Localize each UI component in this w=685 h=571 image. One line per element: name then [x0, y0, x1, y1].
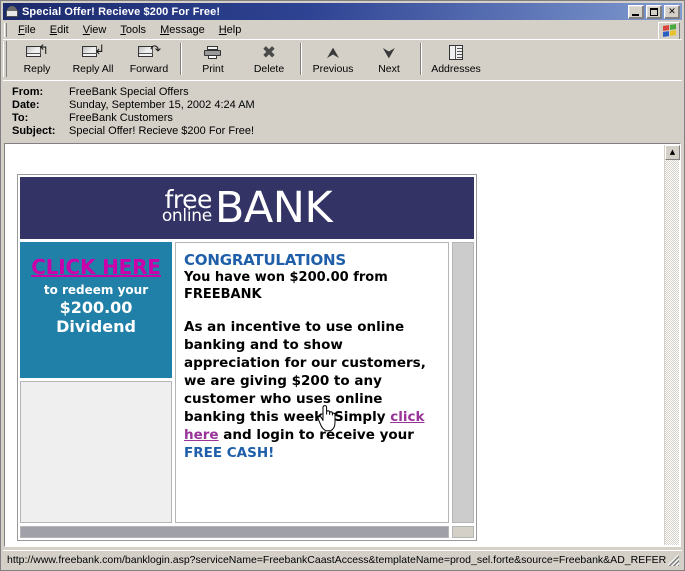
forward-envelope-icon: ↷ [137, 43, 161, 63]
email-body-row: CLICK HERE to redeem your $200.00 Divide… [20, 242, 474, 523]
email-table: free online BANK CLICK HERE to redeem yo… [17, 174, 477, 541]
toolbar: ↰ Reply ↲ Reply All ↷ Forward Print ✖ De [3, 39, 682, 79]
email-bottom-spacer [452, 526, 474, 538]
promo-click-here-link[interactable]: CLICK HERE [31, 256, 161, 278]
header-row-to: To: FreeBank Customers [12, 112, 682, 125]
email-client-window: Special Offer! Recieve $200 For Free! ✕ … [0, 0, 685, 571]
arrow-down-icon: ⮟ [382, 43, 396, 62]
to-label: To: [12, 112, 29, 124]
toolbar-divider [420, 43, 422, 75]
toolbar-divider [300, 43, 302, 75]
promo-panel[interactable]: CLICK HERE to redeem your $200.00 Divide… [20, 242, 172, 378]
menu-item-tools[interactable]: Tools [113, 23, 153, 37]
menu-bar: File Edit View Tools Message Help [3, 21, 682, 40]
toolbar-grip [3, 41, 7, 77]
reply-all-button-label: Reply All [72, 63, 114, 75]
free-cash-text: FREE CASH! [184, 445, 275, 461]
next-button[interactable]: ⮟ Next [361, 41, 417, 78]
maximize-button[interactable] [646, 4, 662, 19]
minimize-button[interactable] [628, 4, 644, 19]
header-row-from: From: FreeBank Special Offers [12, 86, 682, 99]
email-content: free online BANK CLICK HERE to redeem yo… [17, 174, 477, 541]
delete-button[interactable]: ✖ Delete [241, 41, 297, 78]
print-button-label: Print [202, 63, 224, 75]
delete-button-label: Delete [253, 63, 285, 75]
print-button[interactable]: Print [185, 41, 241, 78]
forward-button[interactable]: ↷ Forward [121, 41, 177, 78]
from-label: From: [12, 86, 44, 98]
header-row-subject: Subject: Special Offer! Recieve $200 For… [12, 125, 682, 138]
window-title: Special Offer! Recieve $200 For Free! [22, 5, 221, 18]
email-left-column: CLICK HERE to redeem your $200.00 Divide… [20, 242, 172, 523]
status-bar: http://www.freebank.com/banklogin.asp?se… [3, 550, 682, 569]
menu-item-help[interactable]: Help [212, 23, 249, 37]
previous-button-label: Previous [312, 63, 354, 75]
scroll-up-button[interactable]: ▲ [665, 145, 680, 160]
date-value: Sunday, September 15, 2002 4:24 AM [69, 99, 255, 111]
banner-stacked-words: free online [161, 187, 213, 227]
email-bottom-bar [20, 526, 449, 538]
message-pane: free online BANK CLICK HERE to redeem yo… [4, 143, 681, 547]
empty-left-box [20, 381, 172, 523]
window-controls: ✕ [628, 4, 680, 19]
previous-button[interactable]: ⮝ Previous [305, 41, 361, 78]
addresses-button-label: Addresses [431, 63, 481, 75]
subject-label: Subject: [12, 125, 56, 137]
email-bottom-row [20, 523, 474, 538]
scroll-up-arrow-icon: ▲ [669, 148, 676, 156]
arrow-up-icon: ⮝ [326, 43, 340, 62]
from-value: FreeBank Special Offers [69, 86, 189, 98]
offer-paragraph: As an incentive to use online banking an… [184, 318, 440, 462]
freebank-banner: free online BANK [20, 177, 474, 239]
offer-paragraph-part2: and login to receive your [218, 427, 414, 443]
close-icon: ✕ [668, 6, 676, 16]
email-message-column: CONGRATULATIONS You have won $200.00 fro… [175, 242, 449, 523]
promo-dividend-text: Dividend [56, 317, 136, 336]
reply-all-envelope-icon: ↲ [81, 43, 105, 63]
subject-value: Special Offer! Recieve $200 For Free! [69, 125, 255, 137]
winning-subheading: You have won $200.00 from FREEBANK [184, 270, 388, 302]
header-row-date: Date: Sunday, September 15, 2002 4:24 AM [12, 99, 682, 112]
resize-grip[interactable] [666, 553, 680, 567]
date-label: Date: [12, 99, 40, 111]
promo-redeem-text: to redeem your [43, 283, 149, 297]
toolbar-divider [180, 43, 182, 75]
menu-item-edit[interactable]: Edit [43, 23, 76, 37]
menu-grip [4, 23, 7, 37]
reply-button-label: Reply [23, 63, 51, 75]
message-body: free online BANK CLICK HERE to redeem yo… [6, 145, 665, 545]
close-button[interactable]: ✕ [664, 4, 680, 19]
forward-button-label: Forward [129, 63, 169, 75]
reply-all-button[interactable]: ↲ Reply All [65, 41, 121, 78]
addresses-button[interactable]: Addresses [425, 41, 487, 78]
printer-icon [201, 43, 225, 63]
email-right-strip [452, 242, 474, 523]
delete-x-icon: ✖ [261, 42, 277, 63]
address-book-icon [444, 43, 468, 63]
message-vertical-scrollbar[interactable]: ▲ [664, 145, 680, 545]
menu-item-view[interactable]: View [76, 23, 114, 37]
banner-bank-text: BANK [214, 182, 333, 233]
menu-item-message[interactable]: Message [153, 23, 212, 37]
reply-envelope-icon: ↰ [25, 43, 49, 63]
menu-item-file[interactable]: File [11, 23, 43, 37]
envelope-icon [5, 5, 19, 18]
banner-online-text: online [161, 206, 212, 227]
status-url-text: http://www.freebank.com/banklogin.asp?se… [7, 554, 666, 566]
title-bar: Special Offer! Recieve $200 For Free! ✕ [3, 3, 682, 20]
reply-button[interactable]: ↰ Reply [9, 41, 65, 78]
congratulations-heading: CONGRATULATIONS [184, 251, 346, 269]
message-headers: From: FreeBank Special Offers Date: Sund… [3, 80, 682, 141]
windows-flag-icon[interactable] [658, 22, 680, 40]
next-button-label: Next [378, 63, 400, 75]
to-value: FreeBank Customers [69, 112, 173, 124]
promo-amount-text: $200.00 [59, 298, 133, 317]
